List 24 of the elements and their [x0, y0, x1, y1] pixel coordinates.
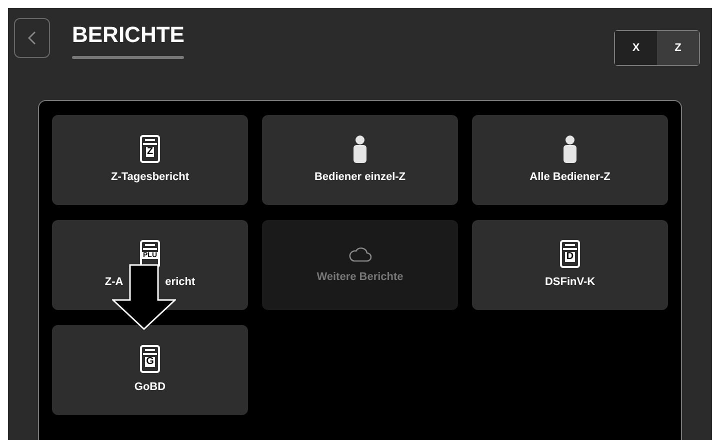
- report-letter: Z: [146, 146, 154, 157]
- toggle-option[interactable]: Z: [657, 31, 699, 65]
- tile-label: GoBD: [134, 380, 166, 395]
- back-button[interactable]: [14, 18, 50, 58]
- report-letter: G: [145, 356, 155, 367]
- tile-label: DSFinV-K: [544, 274, 596, 290]
- report-tile[interactable]: Bediener einzel-Z: [262, 115, 458, 205]
- tile-label: Bediener einzel-Z: [314, 170, 406, 185]
- tile-label: Z-A: [104, 274, 124, 290]
- person-icon: [563, 134, 577, 163]
- cloud-icon: [348, 244, 372, 263]
- page-title: BERICHTE: [72, 24, 184, 46]
- toggle-option[interactable]: X: [615, 31, 657, 65]
- report-tile[interactable]: D DSFinV-K: [472, 220, 668, 310]
- back-icon: [28, 31, 36, 45]
- report-tile[interactable]: Alle Bediener-Z: [472, 115, 668, 205]
- person-icon: [353, 134, 367, 163]
- tile-label: ericht: [165, 274, 196, 290]
- tile-label: Z-Tagesbericht: [110, 170, 190, 185]
- report-tile[interactable]: Z Z-Tagesbericht: [52, 115, 248, 205]
- tile-label: Weitere Berichte: [316, 270, 404, 285]
- report-tile[interactable]: G GoBD: [52, 325, 248, 415]
- report-letter: D: [565, 252, 575, 262]
- tile-label: Alle Bediener-Z: [530, 170, 610, 185]
